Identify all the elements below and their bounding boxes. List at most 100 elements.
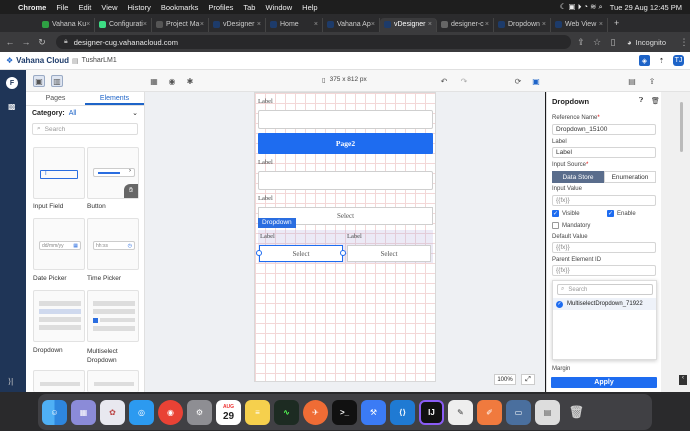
- refresh-icon[interactable]: ⟳: [512, 75, 524, 87]
- category-selector[interactable]: Category: All ⌄: [26, 106, 144, 120]
- xcode-icon[interactable]: ⚒: [361, 399, 386, 425]
- element-card-date-picker[interactable]: dd/mm/yy ▦: [33, 218, 85, 270]
- panel-toggle-right-icon[interactable]: ▥: [51, 75, 63, 87]
- tab-close-icon[interactable]: ×: [257, 21, 261, 28]
- parent-element-field[interactable]: {{fx}}: [552, 265, 656, 276]
- browser-tab[interactable]: designer-c ×: [437, 17, 494, 32]
- bookmark-star-icon[interactable]: ☆: [591, 37, 603, 48]
- enable-checkbox[interactable]: ✓: [607, 210, 614, 217]
- undo-icon[interactable]: ↶: [438, 75, 450, 87]
- expand-rail-icon[interactable]: ⟩|: [8, 377, 13, 386]
- menu-tab[interactable]: Tab: [243, 3, 255, 12]
- photos-icon[interactable]: ✿: [100, 399, 125, 425]
- tab-close-icon[interactable]: ×: [314, 21, 318, 28]
- device-size[interactable]: ▯ 375 x 812 px: [322, 76, 367, 84]
- help-icon[interactable]: ❓︎: [639, 97, 643, 105]
- calendar-icon[interactable]: AUG 29: [216, 399, 241, 425]
- menu-file[interactable]: File: [56, 3, 68, 12]
- project-selector[interactable]: ▤ TusharLM1: [72, 57, 117, 65]
- resize-handle-right[interactable]: [340, 250, 346, 256]
- visible-checkbox[interactable]: ✓: [552, 210, 559, 217]
- input-field[interactable]: [258, 171, 433, 190]
- back-icon[interactable]: ←: [4, 37, 16, 47]
- save-icon[interactable]: ▣: [530, 75, 542, 87]
- menubar-datetime[interactable]: Tue 29 Aug 12:45 PM: [610, 3, 682, 12]
- label-input[interactable]: Label: [552, 147, 656, 158]
- tab-close-icon[interactable]: ×: [86, 21, 90, 28]
- new-tab-icon[interactable]: +: [614, 18, 619, 28]
- tab-close-icon[interactable]: ×: [428, 21, 432, 28]
- page2-button[interactable]: Page2: [258, 133, 433, 154]
- resize-handle-left[interactable]: [256, 250, 262, 256]
- trash-icon[interactable]: 🗑︎: [564, 400, 589, 425]
- menu-app-name[interactable]: Chrome: [18, 3, 46, 12]
- preview-icon[interactable]: ▭: [506, 399, 531, 425]
- forward-icon[interactable]: →: [20, 37, 32, 47]
- browser-tab[interactable]: Home ×: [266, 17, 323, 32]
- ref-name-input[interactable]: Dropdown_15100: [552, 124, 656, 135]
- more-menu-icon[interactable]: ⋮: [678, 37, 690, 48]
- source-enumeration-option[interactable]: Enumeration: [604, 171, 656, 183]
- code-icon[interactable]: ▦: [148, 75, 160, 87]
- reload-icon[interactable]: ↻: [36, 37, 48, 48]
- tab-close-icon[interactable]: ×: [485, 21, 489, 28]
- tab-pages[interactable]: Pages: [26, 92, 85, 105]
- tab-elements[interactable]: Elements: [85, 92, 144, 105]
- terminal-icon[interactable]: >_: [332, 399, 357, 425]
- vahana-logo[interactable]: ❖ Vahana Cloud: [0, 56, 72, 65]
- dropdown-search-input[interactable]: ⌕ Search: [557, 284, 653, 295]
- fit-screen-icon[interactable]: ⤢: [521, 374, 535, 385]
- system-settings-icon[interactable]: ⚙: [187, 399, 212, 425]
- element-card-more[interactable]: [33, 370, 85, 392]
- intellij-icon[interactable]: IJ: [419, 399, 444, 425]
- vscode-icon[interactable]: ⟨⟩: [390, 399, 415, 425]
- element-card-button[interactable]: › ✋︎: [87, 147, 139, 199]
- dropdown-option[interactable]: ✓ MultiselectDropdown_71922: [553, 298, 656, 310]
- chrome-icon[interactable]: ◉: [158, 399, 183, 425]
- browser-tab[interactable]: vDesigner ×: [380, 17, 437, 32]
- input-value-field[interactable]: {{fx}}: [552, 195, 656, 206]
- element-card-input-field[interactable]: T: [33, 147, 85, 199]
- activity-monitor-icon[interactable]: ∿: [274, 399, 299, 425]
- textedit-icon[interactable]: ✎: [448, 399, 473, 425]
- menu-window[interactable]: Window: [265, 3, 292, 12]
- layers-icon[interactable]: ◈: [639, 55, 650, 66]
- finder-icon[interactable]: ☺: [42, 399, 67, 425]
- dropdown-selected[interactable]: Select: [259, 245, 343, 262]
- panel-toggle-left-icon[interactable]: ▣: [33, 75, 45, 87]
- menu-profiles[interactable]: Profiles: [208, 3, 233, 12]
- dropdown-field[interactable]: Select: [347, 245, 431, 262]
- settings-icon[interactable]: ✱: [184, 75, 196, 87]
- input-field[interactable]: [258, 110, 433, 129]
- tab-close-icon[interactable]: ×: [599, 21, 603, 28]
- tab-close-icon[interactable]: ×: [371, 21, 375, 28]
- browser-tab[interactable]: Web View ×: [551, 17, 608, 32]
- menu-edit[interactable]: Edit: [78, 3, 91, 12]
- zoom-level[interactable]: 100%: [494, 374, 516, 385]
- incognito-indicator[interactable]: ◕ Incognito: [627, 38, 666, 47]
- tab-close-icon[interactable]: ×: [200, 21, 204, 28]
- default-value-field[interactable]: {{fx}}: [552, 242, 656, 253]
- theme-palette-icon[interactable]: ◉: [166, 75, 178, 87]
- browser-tab[interactable]: Configurati ×: [95, 17, 152, 32]
- delete-icon[interactable]: 🗑︎: [651, 97, 660, 105]
- mandatory-checkbox[interactable]: [552, 222, 559, 229]
- element-card-dropdown[interactable]: [33, 290, 85, 342]
- safari-icon[interactable]: ◎: [129, 399, 154, 425]
- documents-icon[interactable]: ▤: [535, 399, 560, 425]
- browser-tab[interactable]: Project Ma ×: [152, 17, 209, 32]
- sidepanel-icon[interactable]: ▯: [607, 37, 619, 48]
- elements-search-input[interactable]: ⌕ Search: [32, 123, 138, 135]
- postman-icon[interactable]: ✈: [303, 399, 328, 425]
- calculator-icon[interactable]: ▤: [626, 75, 638, 87]
- user-avatar[interactable]: TJ: [673, 55, 684, 66]
- element-card-time-picker[interactable]: hh:ss ◷: [87, 218, 139, 270]
- browser-tab[interactable]: Vahana Ku ×: [38, 17, 95, 32]
- element-card-multiselect-dropdown[interactable]: [87, 290, 139, 342]
- rail-avatar[interactable]: F: [6, 77, 18, 89]
- deploy-icon[interactable]: ⇡: [656, 55, 667, 66]
- upload-icon[interactable]: ⇪: [646, 75, 658, 87]
- menu-bookmarks[interactable]: Bookmarks: [161, 3, 199, 12]
- browser-tab[interactable]: vDesigner ×: [209, 17, 266, 32]
- tab-close-icon[interactable]: ×: [143, 21, 147, 28]
